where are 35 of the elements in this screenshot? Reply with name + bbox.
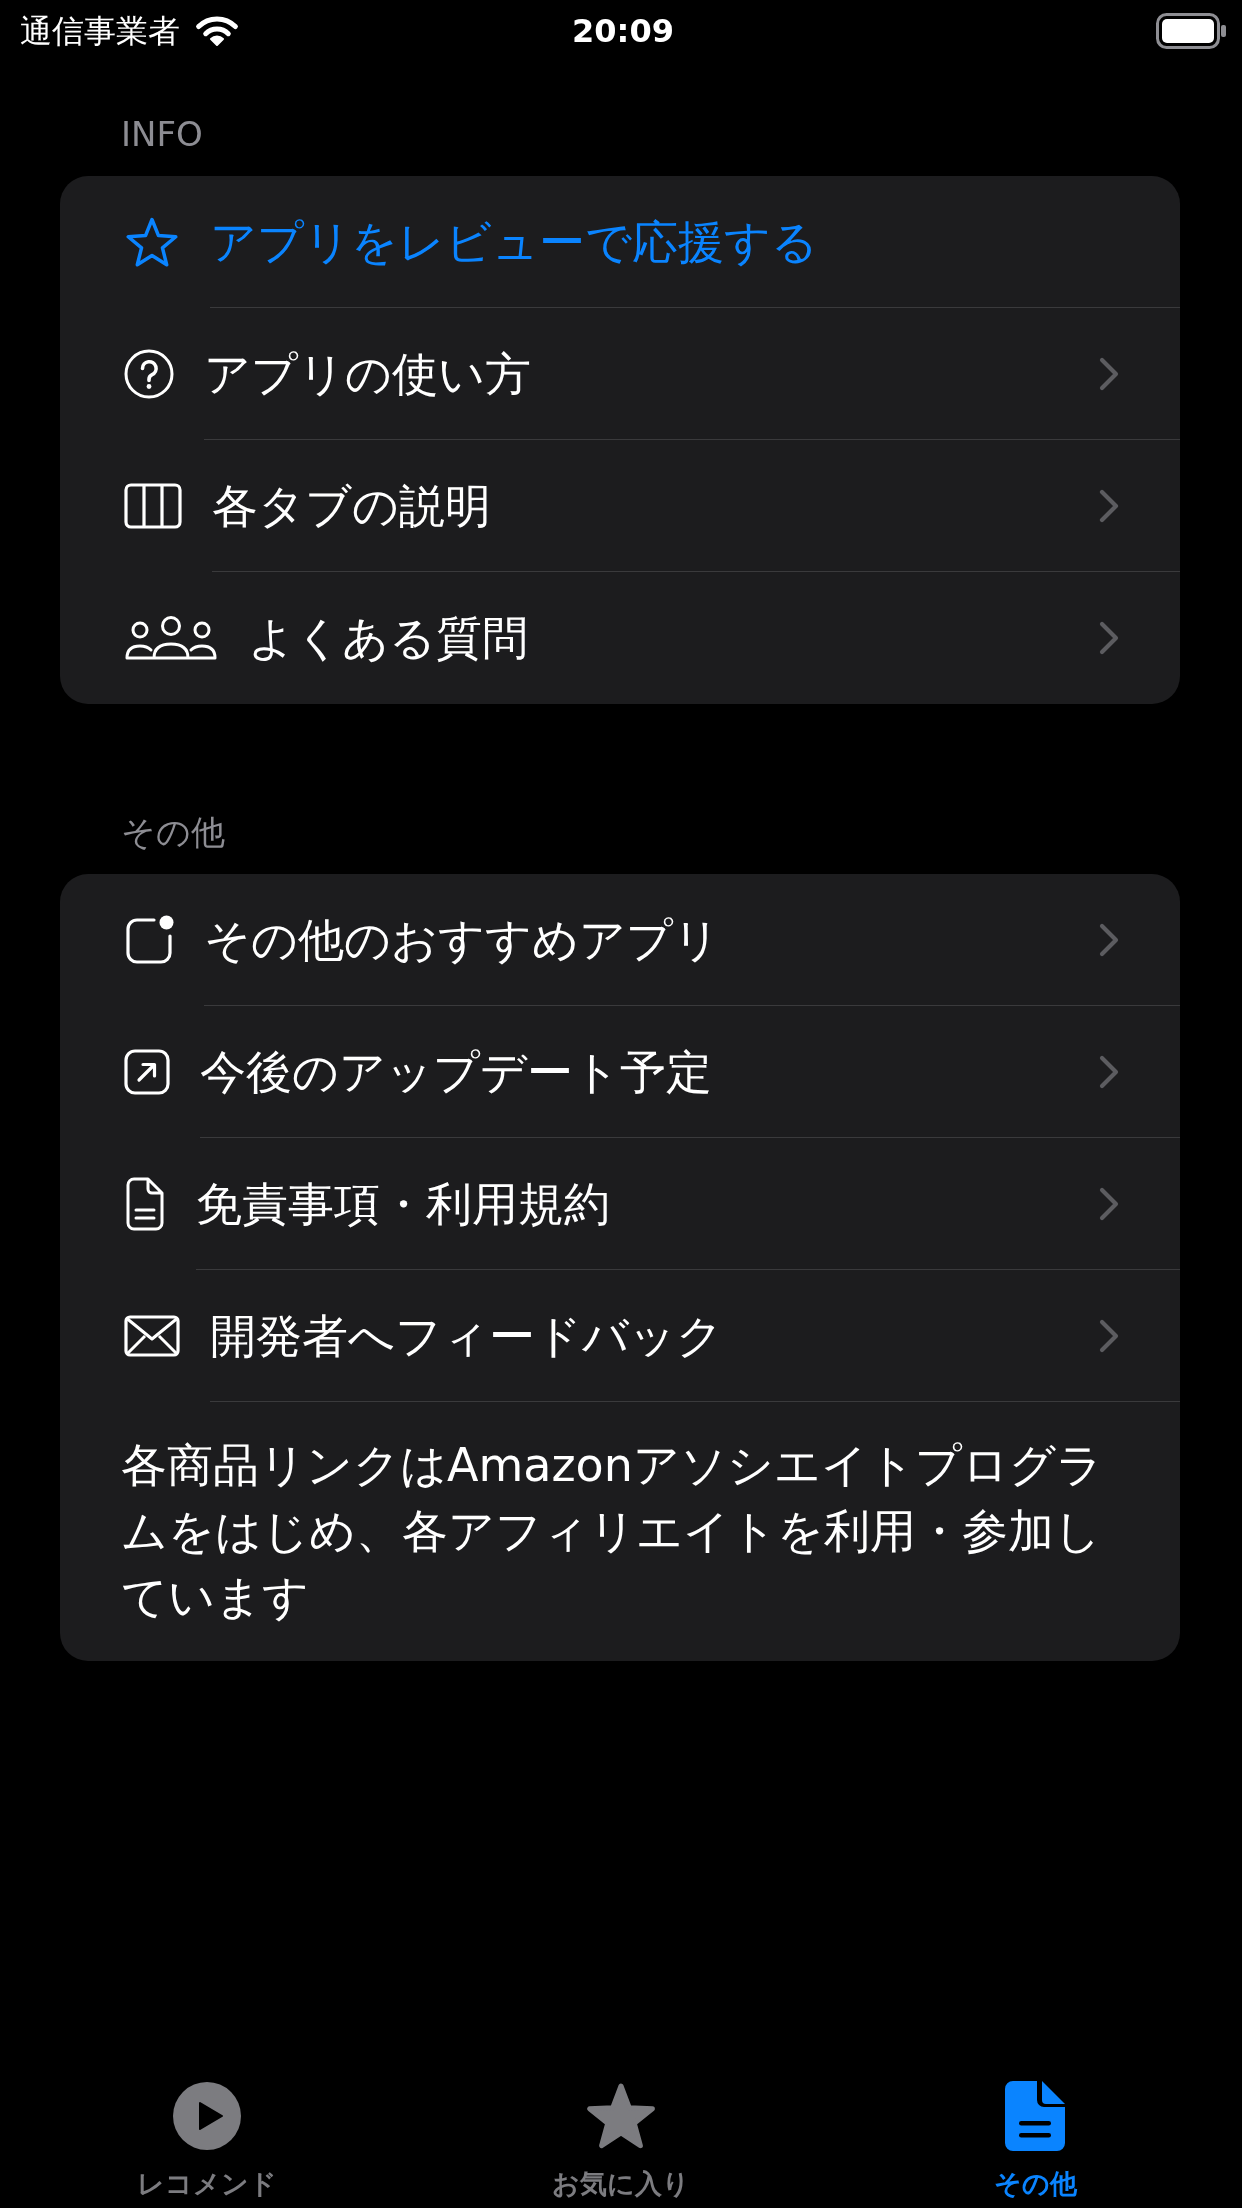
menu-item[interactable]: アプリの使い方 xyxy=(60,308,1180,440)
question-circle-icon xyxy=(124,349,174,399)
chevron-icon xyxy=(1098,1185,1120,1222)
arrow-square-icon xyxy=(124,1049,170,1095)
menu-item[interactable]: 免責事項・利用規約 xyxy=(60,1138,1180,1270)
menu-item[interactable]: よくある質問 xyxy=(60,572,1180,704)
document-icon xyxy=(124,1177,166,1231)
wifi-icon xyxy=(194,14,240,48)
battery-icon xyxy=(1156,13,1226,49)
document-icon xyxy=(1005,2081,1065,2151)
tab[interactable]: お気に入り xyxy=(552,2078,690,2201)
tab[interactable]: レコメンド xyxy=(137,2078,277,2201)
people-icon xyxy=(124,615,218,661)
clock-time: 20:09 xyxy=(572,11,674,51)
menu-item[interactable]: その他のおすすめアプリ xyxy=(60,874,1180,1006)
chevron-icon xyxy=(1098,620,1120,656)
menu-item[interactable]: 開発者へフィードバック xyxy=(60,1270,1180,1402)
chevron-icon xyxy=(1098,921,1120,958)
affiliate-note: 各商品リンクはAmazonアソシエイトプログラムをはじめ、各アフィリエイトを利用・参加しています xyxy=(120,1437,1104,1626)
chevron-icon xyxy=(1098,487,1120,524)
star-icon xyxy=(124,216,180,268)
play-circle-icon xyxy=(173,2082,241,2150)
columns-icon xyxy=(124,483,182,529)
chevron-icon xyxy=(1098,355,1120,392)
menu-item[interactable]: 今後のアップデート予定 xyxy=(60,1006,1180,1138)
chevron-icon xyxy=(1098,1317,1120,1354)
section-header: INFO xyxy=(121,114,204,154)
menu-item[interactable]: 各タブの説明 xyxy=(60,440,1180,572)
envelope-icon xyxy=(124,1315,180,1357)
chevron-icon xyxy=(1098,1053,1120,1090)
tab[interactable]: その他 xyxy=(993,2078,1077,2201)
square-dot-icon xyxy=(124,915,174,965)
carrier-name: 通信事業者 xyxy=(20,11,180,51)
menu-item[interactable]: アプリをレビューで応援する xyxy=(60,176,1180,308)
section-header: その他 xyxy=(121,812,226,852)
